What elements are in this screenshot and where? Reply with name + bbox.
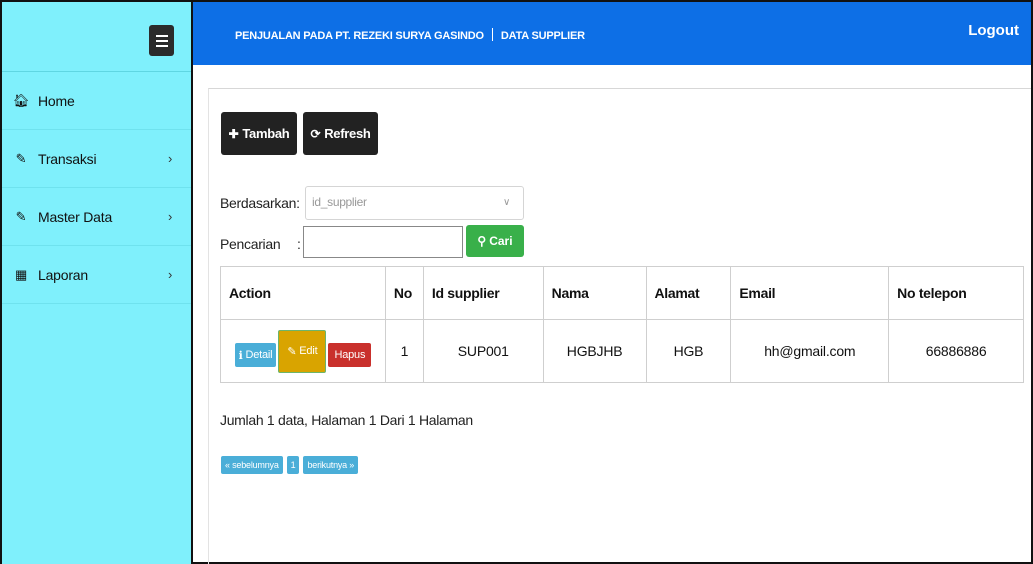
logout-link[interactable]: Logout xyxy=(968,22,1019,39)
refresh-icon: ⟳ xyxy=(310,126,321,141)
table-header-row: Action No Id supplier Nama Alamat Email … xyxy=(220,266,1024,320)
cell-telepon: 66886886 xyxy=(888,319,1024,383)
chevron-right-icon: › xyxy=(168,151,173,166)
column-header: No xyxy=(384,266,424,320)
edit-icon: ✎ xyxy=(15,208,27,224)
pagination: « sebelumnya 1 berikutnya » xyxy=(221,456,359,474)
search-button[interactable]: ⚲ Cari xyxy=(466,225,524,257)
sidebar-item-label: Laporan xyxy=(38,266,88,283)
pagination-summary: Jumlah 1 data, Halaman 1 Dari 1 Halaman xyxy=(220,412,473,428)
filter-by-value: id_supplier xyxy=(312,195,367,209)
detail-button-label: Detail xyxy=(245,349,273,361)
pagination-page[interactable]: 1 xyxy=(286,456,300,474)
column-header: Nama xyxy=(542,266,647,320)
sidebar-top xyxy=(2,2,191,72)
sidebar-item-label: Transaksi xyxy=(38,150,97,167)
edit-button-label: Edit xyxy=(299,345,318,357)
search-button-label: Cari xyxy=(489,234,513,248)
cell-alamat: HGB xyxy=(645,319,732,383)
add-button[interactable]: ✚ Tambah xyxy=(221,112,297,155)
home-icon: 🏠︎ xyxy=(12,92,30,108)
filter-by-select[interactable]: id_supplier ∨ xyxy=(305,186,524,220)
search-label: Pencarian xyxy=(220,236,281,252)
column-header: Email xyxy=(730,266,890,320)
column-header: Action xyxy=(220,266,386,320)
chevron-right-icon: › xyxy=(168,267,173,282)
search-colon: : xyxy=(297,236,301,252)
action-cell: ℹ Detail ✎ Edit Hapus xyxy=(220,319,386,383)
sidebar-item-transaksi[interactable]: ✎ Transaksi › xyxy=(2,130,191,188)
sidebar-item-label: Master Data xyxy=(38,208,113,225)
top-header: PENJUALAN PADA PT. REZEKI SURYA GASINDO D… xyxy=(193,2,1031,65)
breadcrumb: PENJUALAN PADA PT. REZEKI SURYA GASINDO D… xyxy=(235,28,585,42)
plus-square-icon: ✚ xyxy=(228,126,239,141)
table-row: ℹ Detail ✎ Edit Hapus 1 SUP001 HGBJHB HG… xyxy=(220,319,1024,383)
breadcrumb-separator xyxy=(491,28,493,41)
cell-email: hh@gmail.com xyxy=(730,319,890,383)
refresh-button-label: Refresh xyxy=(324,126,371,141)
delete-button[interactable]: Hapus xyxy=(328,343,372,367)
sidebar-item-label: Home xyxy=(38,92,75,109)
pagination-prev[interactable]: « sebelumnya xyxy=(221,456,283,474)
refresh-button[interactable]: ⟳ Refresh xyxy=(303,112,378,155)
chevron-down-icon: ∨ xyxy=(502,197,510,208)
supplier-table: Action No Id supplier Nama Alamat Email … xyxy=(220,266,1024,383)
app-title: PENJUALAN PADA PT. REZEKI SURYA GASINDO xyxy=(235,30,484,42)
detail-button[interactable]: ℹ Detail xyxy=(234,343,277,367)
cell-no: 1 xyxy=(384,319,424,383)
cell-id-supplier: SUP001 xyxy=(422,319,544,383)
cell-nama: HGBJHB xyxy=(542,319,647,383)
column-header: Id supplier xyxy=(422,266,544,320)
hamburger-menu-icon[interactable] xyxy=(149,25,174,56)
calendar-icon: ▦ xyxy=(14,266,28,282)
sidebar-item-laporan[interactable]: ▦ Laporan › xyxy=(2,246,191,304)
page-title: DATA SUPPLIER xyxy=(500,30,585,42)
sidebar: 🏠︎ Home ✎ Transaksi › ✎ Master Data › ▦ … xyxy=(2,2,193,564)
pencil-icon: ✎ xyxy=(15,150,27,166)
search-input[interactable] xyxy=(303,226,463,258)
column-header: No telepon xyxy=(888,266,1024,320)
filter-by-label: Berdasarkan: xyxy=(220,195,300,211)
sidebar-item-master-data[interactable]: ✎ Master Data › xyxy=(2,188,191,246)
search-icon: ⚲ xyxy=(477,234,487,248)
info-icon: ℹ xyxy=(238,349,246,362)
edit-icon: ✎ xyxy=(287,345,300,358)
sidebar-item-home[interactable]: 🏠︎ Home xyxy=(2,72,191,130)
column-header: Alamat xyxy=(645,266,732,320)
edit-button[interactable]: ✎ Edit xyxy=(278,329,327,373)
pagination-next[interactable]: berikutnya » xyxy=(303,456,359,474)
chevron-right-icon: › xyxy=(168,209,173,224)
add-button-label: Tambah xyxy=(242,126,290,141)
